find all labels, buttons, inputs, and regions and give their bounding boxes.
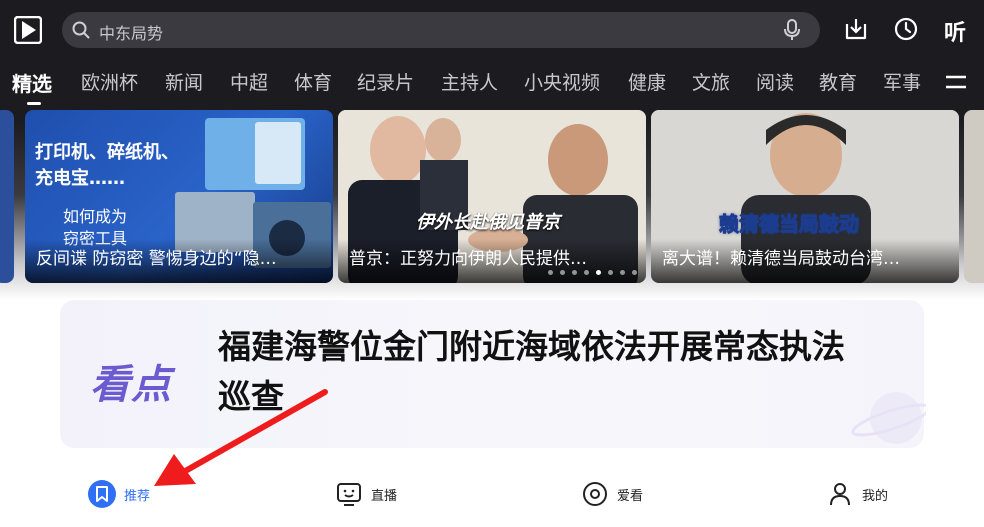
nav-favorites[interactable]: 爱看 (581, 478, 661, 510)
card-caption: 反间谍 防窃密 警惕身边的“隐… (36, 249, 277, 269)
carousel-card-peek-left[interactable] (0, 110, 14, 283)
disc-icon (583, 482, 607, 506)
carousel-card[interactable]: 伊外长赴俄见普京 普京：正努力向伊朗人民提供… (338, 110, 646, 283)
planet-decoration-icon (851, 392, 926, 444)
nav-mine[interactable]: 我的 (826, 478, 906, 510)
nav-recommend[interactable]: 推荐 (88, 478, 168, 510)
search-text: 中东局势 (99, 24, 164, 43)
nav-live[interactable]: 直播 (335, 478, 415, 510)
card-caption-bar: 离大谱！赖清德当局鼓动台湾… (651, 239, 959, 283)
carousel-card[interactable]: 赖清德当局鼓动 离大谱！赖清德当局鼓动台湾… (651, 110, 959, 283)
top-bar: 中东局势 听 (0, 0, 984, 60)
search-input[interactable]: 中东局势 (62, 12, 820, 48)
search-icon (72, 21, 90, 39)
bottom-navigation: 推荐 直播 爱看 我的 (0, 462, 984, 527)
tab-featured[interactable]: 精选 (12, 68, 52, 97)
pagination-dot[interactable] (548, 270, 553, 275)
card-overlay-text: 伊外长赴俄见普京 (416, 212, 560, 233)
active-tab-indicator (27, 102, 41, 105)
tab-hosts[interactable]: 主持人 (441, 68, 498, 95)
listen-button[interactable]: 听 (944, 15, 966, 47)
tab-military[interactable]: 军事 (883, 68, 921, 95)
tab-xiaoyang-video[interactable]: 小央视频 (524, 68, 600, 95)
tv-icon (337, 483, 361, 506)
menu-icon[interactable] (945, 72, 967, 92)
microphone-icon[interactable] (782, 19, 802, 41)
card-caption: 普京：正努力向伊朗人民提供… (349, 249, 587, 269)
tab-health[interactable]: 健康 (628, 68, 666, 95)
card-caption: 离大谱！赖清德当局鼓动台湾… (662, 249, 900, 269)
clock-icon[interactable] (893, 16, 919, 42)
carousel-card[interactable]: 打印机、碎纸机、 充电宝…… 如何成为 窃密工具 反间谍 防窃密 警惕身边的“隐… (25, 110, 333, 283)
card-caption-bar: 普京：正努力向伊朗人民提供… (338, 239, 646, 283)
download-icon[interactable] (843, 16, 869, 42)
tab-reading[interactable]: 阅读 (756, 68, 794, 95)
card-overlay-text: 打印机、碎纸机、 充电宝…… (35, 142, 179, 189)
tab-euro-cup[interactable]: 欧洲杯 (81, 68, 138, 95)
tab-documentary[interactable]: 纪录片 (357, 68, 414, 95)
play-logo-icon[interactable] (14, 16, 42, 44)
tab-education[interactable]: 教育 (819, 68, 857, 95)
bookmark-icon (88, 480, 116, 508)
tab-news[interactable]: 新闻 (165, 68, 203, 95)
tab-travel[interactable]: 文旅 (692, 68, 730, 95)
tab-sports[interactable]: 体育 (294, 68, 332, 95)
card-caption-bar: 反间谍 防窃密 警惕身边的“隐… (25, 239, 333, 283)
tab-csl[interactable]: 中超 (230, 68, 268, 95)
pagination-dot[interactable] (608, 270, 613, 275)
pagination-dot[interactable] (620, 270, 625, 275)
carousel-card-peek-right[interactable] (964, 110, 984, 283)
user-icon (830, 483, 850, 506)
pagination-dot[interactable] (560, 270, 565, 275)
pagination-dot[interactable] (584, 270, 589, 275)
pagination-dot[interactable] (572, 270, 577, 275)
pagination-dot[interactable] (632, 270, 637, 275)
pagination-dot-active[interactable] (596, 270, 601, 275)
banner-carousel: 打印机、碎纸机、 充电宝…… 如何成为 窃密工具 反间谍 防窃密 警惕身边的“隐… (0, 110, 984, 285)
card-overlay-text: 赖清德当局鼓动 (719, 212, 860, 237)
category-tabs: 精选 欧洲杯 新闻 中超 体育 纪录片 主持人 小央视频 健康 文旅 阅读 教育… (0, 64, 984, 105)
